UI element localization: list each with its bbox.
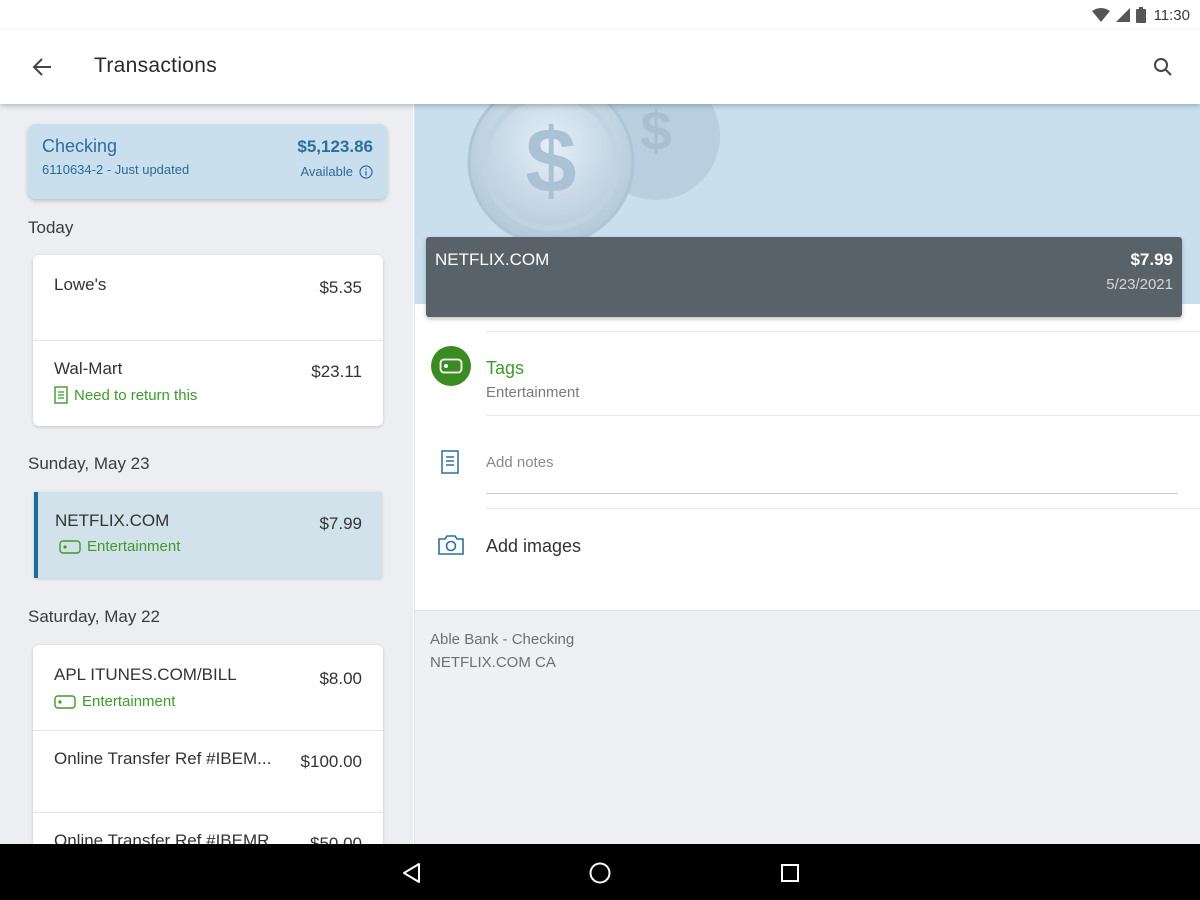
- transaction-amount: $7.99: [319, 514, 362, 533]
- transaction-name: Online Transfer Ref #IBEM...: [54, 749, 272, 768]
- detail-amount: $7.99: [1130, 250, 1173, 269]
- svg-text:$: $: [525, 110, 576, 212]
- camera-icon: [438, 535, 464, 555]
- status-bar: 11:30: [0, 0, 1200, 30]
- nav-back-button[interactable]: [396, 858, 426, 888]
- section-header-sunday-may-23: Sunday, May 23: [28, 454, 150, 473]
- source-description: NETFLIX.COM CA: [430, 654, 556, 671]
- status-icons: 11:30: [1091, 5, 1190, 25]
- search-button[interactable]: [1148, 52, 1178, 82]
- transaction-name: Wal-Mart: [54, 359, 123, 378]
- account-available: Available: [300, 164, 373, 179]
- transaction-name: NETFLIX.COM: [55, 511, 170, 530]
- page-title: Transactions: [94, 54, 218, 77]
- tags-value: Entertainment: [486, 384, 580, 401]
- detail-merchant: NETFLIX.COM: [435, 250, 550, 269]
- transaction-tag: Entertainment: [59, 538, 180, 555]
- tag-text: Entertainment: [82, 693, 176, 710]
- square-recents-icon: [781, 864, 799, 882]
- system-nav-bar: [0, 844, 1200, 900]
- notes-row: [415, 444, 1200, 504]
- account-subtitle: 6110634-2 - Just updated: [42, 162, 190, 177]
- status-time: 11:30: [1153, 6, 1190, 24]
- transaction-row-walmart[interactable]: Wal-Mart $23.11 Need to return this: [33, 340, 383, 425]
- detail-date: 5/23/2021: [1106, 276, 1173, 293]
- transaction-amount: $100.00: [300, 752, 362, 771]
- wifi-icon: [1091, 8, 1110, 22]
- source-account: Able Bank - Checking: [430, 631, 575, 648]
- back-button[interactable]: [24, 52, 60, 82]
- transaction-row-lowes[interactable]: Lowe's $5.35: [33, 255, 383, 340]
- transaction-group-today: Lowe's $5.35 Wal-Mart $23.11 Need to ret…: [33, 255, 383, 426]
- tag-icon: [431, 346, 471, 386]
- note-text: Need to return this: [74, 386, 198, 404]
- transaction-name: APL ITUNES.COM/BILL: [54, 665, 237, 684]
- arrow-left-icon: [32, 58, 51, 76]
- transaction-amount: $23.11: [311, 362, 362, 381]
- search-icon: [1154, 58, 1172, 76]
- info-icon[interactable]: [359, 164, 373, 179]
- account-card[interactable]: Checking 6110634-2 - Just updated $5,123…: [28, 124, 387, 199]
- transaction-name: Online Transfer Ref #IBEMR: [54, 831, 270, 844]
- section-header-saturday-may-22: Saturday, May 22: [28, 607, 160, 626]
- tag-glyph: [439, 358, 463, 374]
- account-name: Checking: [42, 136, 118, 156]
- transaction-row-netflix-selected[interactable]: NETFLIX.COM $7.99 Entertainment: [34, 492, 382, 578]
- tag-text: Entertainment: [87, 538, 181, 555]
- transaction-group-saturday: APL ITUNES.COM/BILL $8.00 Entertainment …: [33, 645, 383, 844]
- transaction-note: Need to return this: [54, 386, 197, 404]
- transaction-detail-pane: $ $ NETFLIX.COM $7.99 5/23/2021 Tags Ent…: [414, 104, 1200, 844]
- transactions-list-pane[interactable]: Checking 6110634-2 - Just updated $5,123…: [0, 104, 413, 844]
- transaction-amount: $5.35: [319, 278, 362, 297]
- battery-icon: [1135, 7, 1146, 23]
- section-header-today: Today: [28, 218, 74, 237]
- transaction-source-info: Able Bank - Checking NETFLIX.COM CA: [415, 610, 1200, 844]
- divider: [486, 415, 1200, 416]
- add-images-row[interactable]: Add images: [415, 524, 1200, 574]
- transaction-summary-bar: NETFLIX.COM $7.99 5/23/2021: [426, 237, 1182, 317]
- transaction-amount: $50.00: [310, 834, 362, 844]
- tags-label: Tags: [486, 358, 525, 378]
- tag-icon: [54, 694, 76, 709]
- nav-recents-button[interactable]: [775, 858, 805, 888]
- tags-row[interactable]: Tags Entertainment: [415, 334, 1200, 414]
- available-label: Available: [300, 164, 353, 179]
- account-balance: $5,123.86: [297, 137, 373, 156]
- notes-icon: [441, 450, 459, 474]
- transaction-tag: Entertainment: [54, 693, 175, 710]
- transaction-row-online-transfer-2[interactable]: Online Transfer Ref #IBEMR $50.00: [33, 812, 383, 844]
- notes-input[interactable]: [486, 448, 1178, 494]
- transaction-name: Lowe's: [54, 275, 107, 294]
- triangle-back-icon: [403, 863, 420, 883]
- tag-icon: [59, 539, 81, 554]
- divider: [486, 508, 1200, 509]
- nav-home-button[interactable]: [585, 858, 615, 888]
- transaction-row-online-transfer[interactable]: Online Transfer Ref #IBEM... $100.00: [33, 730, 383, 812]
- transaction-row-itunes[interactable]: APL ITUNES.COM/BILL $8.00 Entertainment: [33, 645, 383, 730]
- app-bar: Transactions: [0, 30, 1200, 104]
- signal-icon: [1115, 8, 1130, 22]
- svg-text:$: $: [640, 104, 671, 162]
- circle-home-icon: [589, 862, 611, 884]
- note-icon: [54, 386, 68, 404]
- divider: [486, 331, 1200, 332]
- transaction-amount: $8.00: [319, 669, 362, 688]
- add-images-label: Add images: [486, 536, 582, 556]
